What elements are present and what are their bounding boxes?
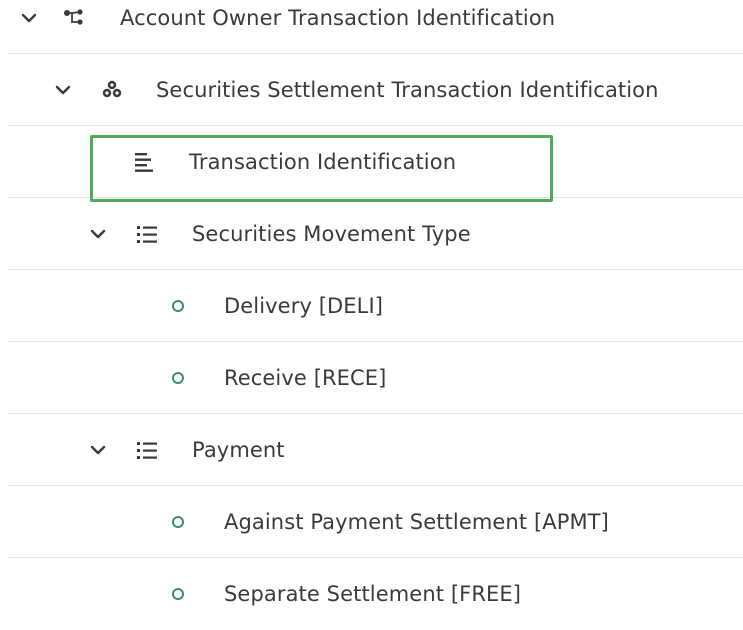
- chevron-down-icon[interactable]: [54, 81, 72, 99]
- tree-row-label: Receive [RECE]: [224, 366, 387, 390]
- tree-row-against-payment-settlement[interactable]: Against Payment Settlement [APMT]: [8, 486, 743, 558]
- tree-row-label: Delivery [DELI]: [224, 294, 384, 318]
- tree-row-account-owner-transaction-identification[interactable]: Account Owner Transaction Identification: [8, 0, 743, 54]
- tree-row-securities-movement-type[interactable]: Securities Movement Type: [8, 198, 743, 270]
- radio-option-icon[interactable]: [172, 300, 184, 312]
- tree-row-label: Payment: [192, 438, 285, 462]
- tree-row-label: Separate Settlement [FREE]: [224, 582, 522, 606]
- list-icon: [137, 442, 157, 459]
- tree-row-payment[interactable]: Payment: [8, 414, 743, 486]
- tree-row-label: Securities Settlement Transaction Identi…: [156, 78, 659, 102]
- hierarchy-icon: [64, 9, 83, 25]
- tree-row-delivery[interactable]: Delivery [DELI]: [8, 270, 743, 342]
- chevron-down-icon[interactable]: [89, 225, 107, 243]
- radio-option-icon[interactable]: [172, 588, 184, 600]
- tree-row-separate-settlement[interactable]: Separate Settlement [FREE]: [8, 558, 743, 630]
- tree-row-receive[interactable]: Receive [RECE]: [8, 342, 743, 414]
- radio-option-icon[interactable]: [172, 516, 184, 528]
- chevron-down-icon[interactable]: [20, 9, 38, 27]
- tree-row-label: Against Payment Settlement [APMT]: [224, 510, 609, 534]
- radio-option-icon[interactable]: [172, 372, 184, 384]
- group-icon: [102, 80, 122, 98]
- tree-row-securities-settlement-transaction-identification[interactable]: Securities Settlement Transaction Identi…: [8, 54, 743, 126]
- tree-row-label: Account Owner Transaction Identification: [120, 6, 556, 30]
- chevron-down-icon[interactable]: [89, 441, 107, 459]
- tree-row-label: Securities Movement Type: [192, 222, 471, 246]
- selection-highlight: [90, 135, 553, 202]
- list-icon: [137, 226, 157, 243]
